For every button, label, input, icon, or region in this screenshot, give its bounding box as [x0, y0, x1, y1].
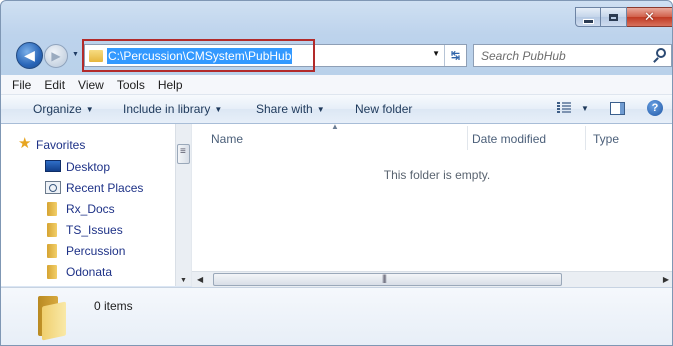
- search-box[interactable]: [473, 44, 672, 67]
- maximize-icon: [609, 13, 618, 21]
- folder-icon: [47, 202, 57, 216]
- nav-favorites[interactable]: Favorites: [36, 138, 85, 152]
- horizontal-scrollbar[interactable]: ◀ ▶: [192, 271, 672, 287]
- caption-buttons: ✕: [575, 7, 672, 27]
- navigation-pane: ★ Favorites Desktop Recent Places Rx_Doc…: [1, 124, 191, 286]
- minimize-icon: [582, 18, 594, 24]
- share-with-button[interactable]: Share with ▼: [256, 102, 325, 116]
- recent-places-icon: [45, 181, 61, 194]
- change-view-icon[interactable]: [557, 102, 571, 114]
- folder-icon: [34, 296, 70, 341]
- scroll-left-arrow-icon[interactable]: ◀: [197, 275, 203, 284]
- column-header-name[interactable]: Name: [211, 132, 243, 146]
- help-icon[interactable]: ?: [647, 100, 663, 116]
- share-with-label: Share with: [256, 102, 313, 116]
- details-pane: 0 items: [1, 287, 672, 345]
- organize-label: Organize: [33, 102, 82, 116]
- column-divider[interactable]: [467, 126, 468, 150]
- organize-button[interactable]: Organize ▼: [33, 102, 94, 116]
- folder-icon: [47, 223, 57, 237]
- column-divider[interactable]: [585, 126, 586, 150]
- nav-item-recent-places[interactable]: Recent Places: [66, 181, 143, 195]
- include-in-library-button[interactable]: Include in library ▼: [123, 102, 222, 116]
- chevron-down-icon: ▼: [85, 105, 94, 114]
- empty-folder-message: This folder is empty.: [383, 168, 491, 182]
- address-highlight-box: [82, 39, 315, 72]
- chevron-down-icon: ▼: [214, 105, 223, 114]
- nav-item-odonata[interactable]: Odonata: [66, 265, 112, 279]
- menu-help[interactable]: Help: [158, 78, 183, 92]
- nav-scroll-thumb[interactable]: [177, 144, 190, 164]
- star-icon: ★: [18, 135, 32, 152]
- scroll-down-arrow-icon[interactable]: ▼: [180, 277, 187, 284]
- address-dropdown-icon[interactable]: ▼: [432, 49, 440, 58]
- view-options-dropdown[interactable]: ▼: [581, 104, 589, 113]
- refresh-icon[interactable]: ↹: [444, 45, 466, 66]
- menu-tools[interactable]: Tools: [117, 78, 145, 92]
- column-header-date-modified[interactable]: Date modified: [472, 132, 546, 146]
- search-icon[interactable]: [656, 48, 666, 58]
- explorer-window: ✕ ◀ ▶ ▼ C:\Percussion\CMSystem\PubHub ▼ …: [0, 0, 673, 346]
- scroll-right-arrow-icon[interactable]: ▶: [663, 275, 669, 284]
- nav-pane-scrollbar[interactable]: ▼: [175, 124, 191, 286]
- menu-edit[interactable]: Edit: [44, 78, 65, 92]
- menu-file[interactable]: File: [12, 78, 31, 92]
- forward-button[interactable]: ▶: [44, 44, 68, 68]
- sort-ascending-icon: ▲: [331, 122, 339, 131]
- nav-item-ts-issues[interactable]: TS_Issues: [66, 223, 123, 237]
- file-list: ▲ Name Date modified Type This folder is…: [191, 122, 672, 286]
- command-bar: [1, 95, 672, 124]
- search-input[interactable]: [481, 48, 651, 63]
- recent-pages-dropdown[interactable]: ▼: [72, 51, 79, 58]
- back-button[interactable]: ◀: [16, 42, 43, 69]
- menu-bar: File Edit View Tools Help: [1, 75, 672, 95]
- minimize-button[interactable]: [575, 7, 601, 27]
- nav-item-percussion[interactable]: Percussion: [66, 244, 125, 258]
- back-arrow-icon: ◀: [24, 47, 35, 63]
- column-header-type[interactable]: Type: [593, 132, 619, 146]
- include-in-library-label: Include in library: [123, 102, 211, 116]
- new-folder-button[interactable]: New folder: [355, 102, 412, 116]
- nav-item-rx-docs[interactable]: Rx_Docs: [66, 202, 115, 216]
- folder-icon: [47, 244, 57, 258]
- close-button[interactable]: ✕: [627, 7, 672, 27]
- maximize-button[interactable]: [601, 7, 627, 27]
- menu-view[interactable]: View: [78, 78, 104, 92]
- folder-icon: [47, 265, 57, 279]
- preview-pane-icon[interactable]: [610, 102, 625, 115]
- close-icon: ✕: [644, 9, 655, 25]
- new-folder-label: New folder: [355, 102, 413, 116]
- chevron-down-icon: ▼: [316, 105, 325, 114]
- nav-item-desktop[interactable]: Desktop: [66, 160, 110, 174]
- item-count: 0 items: [94, 299, 133, 313]
- desktop-icon: [45, 160, 61, 172]
- horizontal-scroll-thumb[interactable]: [213, 273, 562, 286]
- forward-arrow-icon: ▶: [51, 49, 61, 63]
